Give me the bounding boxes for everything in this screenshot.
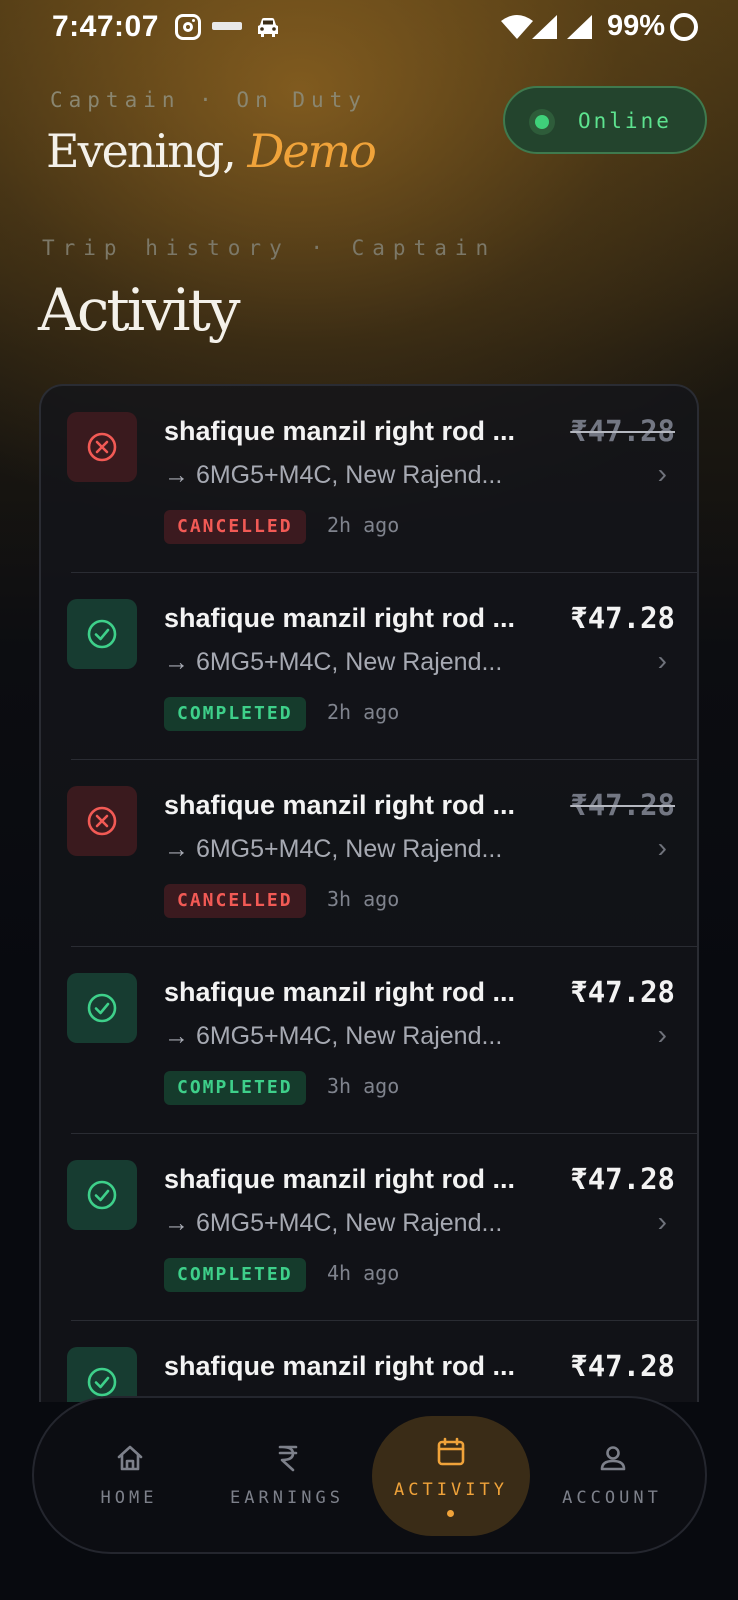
status-badge: COMPLETED <box>164 697 306 731</box>
calendar-icon <box>437 1437 465 1466</box>
trip-destination: → 6MG5+M4C, New Rajend... <box>164 461 503 489</box>
chevron-right-icon: › <box>657 1019 667 1050</box>
nav-activity[interactable]: ACTIVITY <box>372 1416 530 1536</box>
trip-time: 2h ago <box>327 700 400 724</box>
nav-home[interactable]: HOME <box>54 1398 204 1556</box>
nav-label: EARNINGS <box>230 1488 344 1508</box>
wifi-icon <box>501 15 533 39</box>
x-circle-icon <box>87 806 117 836</box>
section-subtitle: Trip history · Captain <box>42 236 497 260</box>
trip-row[interactable]: shafique manzil right rod ... ₹47.28 → 6… <box>41 947 697 1134</box>
signal-icon <box>567 15 592 39</box>
greeting: Evening, Demo <box>46 124 377 178</box>
user-icon <box>600 1446 626 1471</box>
trip-row[interactable]: shafique manzil right rod ... ₹47.28 → 6… <box>41 386 697 573</box>
trip-time: 4h ago <box>327 1261 400 1285</box>
trip-fare: ₹47.28 <box>570 414 675 448</box>
car-icon <box>258 18 278 37</box>
user-name: Demo <box>247 124 376 178</box>
greeting-text: Evening, <box>46 124 237 178</box>
nav-label: HOME <box>100 1488 158 1508</box>
status-bar: 7:47:07 99% <box>0 0 738 54</box>
page-title: Activity <box>38 276 241 344</box>
trip-pickup: shafique manzil right rod ... <box>164 416 516 446</box>
trip-pickup: shafique manzil right rod ... <box>164 603 516 633</box>
trip-pickup: shafique manzil right rod ... <box>164 977 516 1007</box>
active-indicator <box>447 1510 454 1517</box>
battery-icon <box>670 13 698 41</box>
chevron-right-icon: › <box>657 1206 667 1237</box>
online-status-dot <box>529 109 555 135</box>
instagram-icon <box>175 14 201 40</box>
nav-earnings[interactable]: EARNINGS <box>212 1398 362 1556</box>
online-toggle[interactable]: Online <box>503 86 707 154</box>
trip-pickup: shafique manzil right rod ... <box>164 790 516 820</box>
battery-percent: 99% <box>607 10 666 42</box>
trip-row[interactable]: shafique manzil right rod ... ₹47.28 → 6… <box>41 1134 697 1321</box>
trip-time: 2h ago <box>327 513 400 537</box>
check-circle-icon <box>87 1180 117 1210</box>
trip-fare: ₹47.28 <box>570 788 675 822</box>
status-time: 7:47:07 <box>52 10 159 43</box>
signal-icon <box>532 15 557 39</box>
nav-account[interactable]: ACCOUNT <box>537 1398 687 1556</box>
app-icon <box>212 22 242 30</box>
trip-row[interactable]: shafique manzil right rod ... ₹47.28 <box>41 1321 697 1402</box>
status-badge: CANCELLED <box>164 884 306 918</box>
trip-destination: → 6MG5+M4C, New Rajend... <box>164 835 503 863</box>
trip-row[interactable]: shafique manzil right rod ... ₹47.28 → 6… <box>41 573 697 760</box>
x-circle-icon <box>87 432 117 462</box>
status-badge: CANCELLED <box>164 510 306 544</box>
status-badge: COMPLETED <box>164 1071 306 1105</box>
nav-label: ACCOUNT <box>562 1488 662 1508</box>
status-tile <box>67 1160 137 1230</box>
status-tile <box>67 1347 137 1402</box>
status-tile <box>67 412 137 482</box>
online-label: Online <box>578 109 672 133</box>
trip-destination: → 6MG5+M4C, New Rajend... <box>164 1209 503 1237</box>
trip-fare: ₹47.28 <box>570 1349 675 1383</box>
trip-pickup: shafique manzil right rod ... <box>164 1164 516 1194</box>
home-icon <box>117 1445 143 1471</box>
role-subtitle: Captain · On Duty <box>50 88 367 112</box>
trip-list: shafique manzil right rod ... ₹47.28 → 6… <box>39 384 699 1402</box>
trip-fare: ₹47.28 <box>570 601 675 635</box>
trip-time: 3h ago <box>327 887 400 911</box>
nav-label: ACTIVITY <box>394 1480 508 1500</box>
chevron-right-icon: › <box>657 832 667 863</box>
trip-fare: ₹47.28 <box>570 1162 675 1196</box>
chevron-right-icon: › <box>657 458 667 489</box>
trip-fare: ₹47.28 <box>570 975 675 1009</box>
trip-row[interactable]: shafique manzil right rod ... ₹47.28 → 6… <box>41 760 697 947</box>
check-circle-icon <box>87 619 117 649</box>
status-tile <box>67 973 137 1043</box>
bottom-nav: HOME EARNINGS ACTIVITY ACCOUNT <box>32 1396 707 1554</box>
trip-destination: → 6MG5+M4C, New Rajend... <box>164 1022 503 1050</box>
trip-pickup: shafique manzil right rod ... <box>164 1351 516 1381</box>
status-tile <box>67 599 137 669</box>
chevron-right-icon: › <box>657 645 667 676</box>
rupee-icon <box>278 1445 298 1472</box>
status-tile <box>67 786 137 856</box>
trip-destination: → 6MG5+M4C, New Rajend... <box>164 648 503 676</box>
status-badge: COMPLETED <box>164 1258 306 1292</box>
trip-time: 3h ago <box>327 1074 400 1098</box>
check-circle-icon <box>87 993 117 1023</box>
check-circle-icon <box>87 1367 117 1397</box>
